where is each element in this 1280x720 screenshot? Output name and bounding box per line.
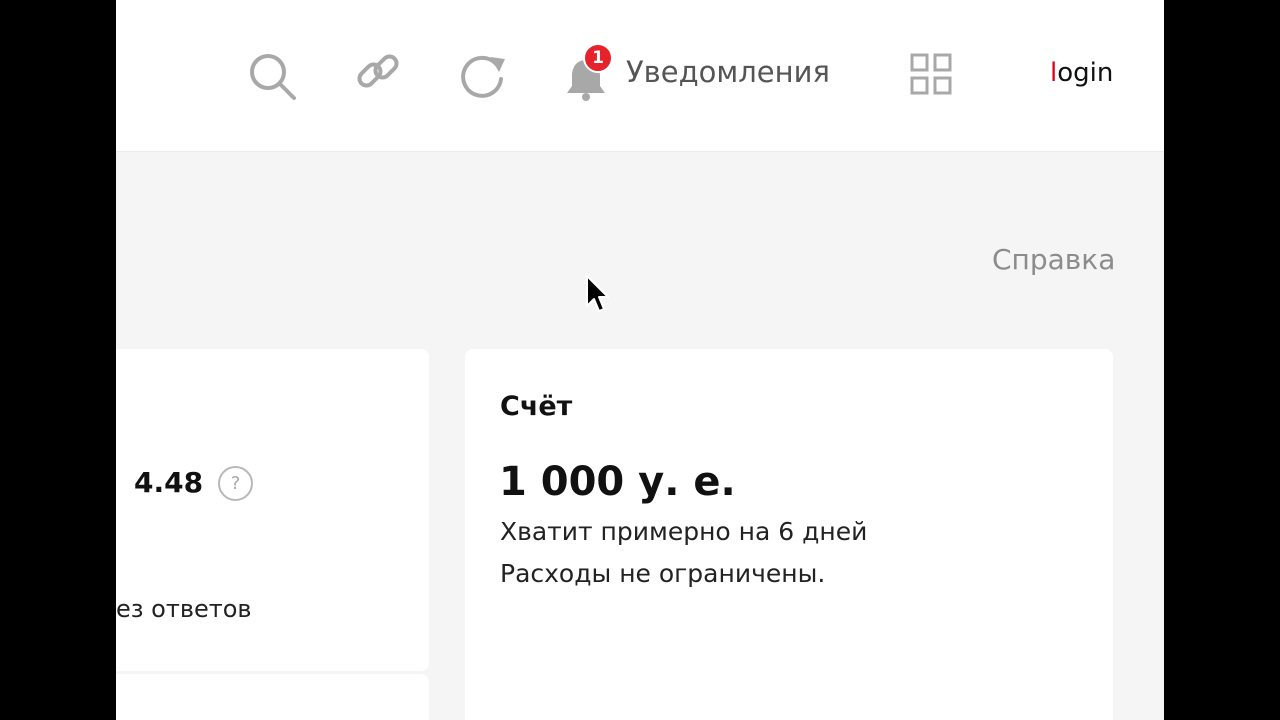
days-left-text: Хватит примерно на 6 дней [500,517,868,546]
help-icon[interactable]: ? [218,466,253,501]
apps-grid-icon[interactable] [910,53,952,95]
account-title: Счёт [500,391,573,422]
search-icon[interactable] [248,52,298,102]
mouse-cursor-icon [585,274,611,318]
refresh-icon[interactable] [457,51,507,101]
no-answers-text: ез ответов [116,595,252,623]
link-icon[interactable] [354,48,404,98]
notification-badge: 1 [583,43,613,73]
spend-limit-text: Расходы не ограничены. [500,559,826,588]
account-card: Счёт 1 000 у. е. Хватит примерно на 6 дн… [465,349,1113,720]
header: 1 Уведомления login [116,0,1164,152]
next-card [116,674,429,720]
login-rest: ogin [1057,58,1114,88]
app-window: 1 Уведомления login Справка 4.48 ? ез от… [116,0,1164,720]
rating-value: 4.48 [134,466,204,499]
login-link[interactable]: login [1050,58,1113,88]
help-link[interactable]: Справка [992,243,1115,276]
notifications-label[interactable]: Уведомления [626,55,830,89]
account-amount: 1 000 у. е. [499,459,736,505]
rating-card: 4.48 ? ез ответов [116,349,429,671]
